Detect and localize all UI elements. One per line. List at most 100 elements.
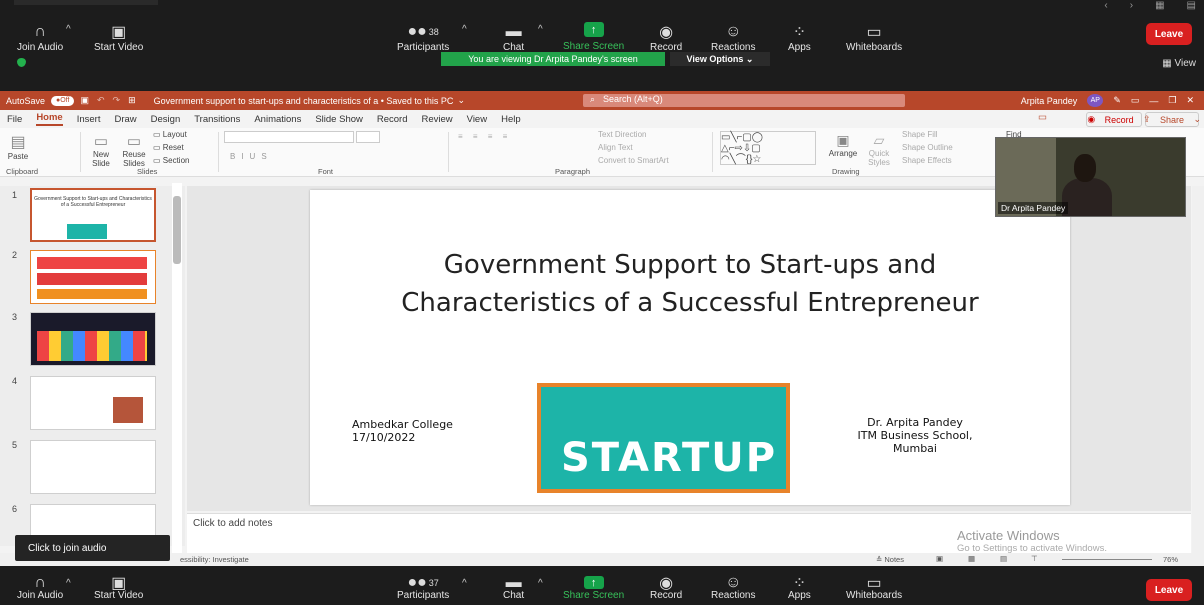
view-options-button[interactable]: View Options ⌄ [670, 52, 770, 66]
chat-button[interactable]: ▬ Chat [503, 22, 524, 53]
shape-outline-button[interactable]: Shape Outline [902, 143, 953, 152]
participants-button[interactable]: ●● 38 Participants [397, 22, 449, 53]
record-button[interactable]: ◉ Record [650, 575, 682, 601]
next-icon[interactable]: › [1130, 0, 1133, 11]
shapes-gallery[interactable]: ▭╲⌐▢◯ △⌐⇨⇩▢ ◠╲⌒{}☆ [720, 131, 816, 165]
audio-caret-icon[interactable]: ^ [66, 578, 71, 589]
participants-caret-icon[interactable]: ^ [462, 24, 467, 35]
slide-thumbnail-2[interactable] [30, 250, 156, 304]
leave-button[interactable]: Leave [1146, 579, 1192, 601]
tab-view[interactable]: View [467, 114, 487, 125]
slide-right-text[interactable]: Dr. Arpita Pandey ITM Business School, M… [830, 416, 1000, 455]
leave-button[interactable]: Leave [1146, 23, 1192, 45]
reactions-button[interactable]: ☺ Reactions [711, 22, 755, 53]
shape-effects-button[interactable]: Shape Effects [902, 156, 952, 165]
font-name-box[interactable] [224, 131, 354, 143]
ribbon-share-button[interactable]: ⇪ Share ⌄ [1143, 112, 1201, 127]
tab-home[interactable]: Home [36, 112, 63, 126]
reset-button[interactable]: ▭ Reset [153, 143, 184, 152]
chat-button[interactable]: ▬ Chat [503, 574, 524, 601]
join-audio-button[interactable]: ∩ Join Audio [17, 574, 63, 601]
redo-icon[interactable]: ↷ [113, 95, 121, 106]
close-icon[interactable]: ✕ [1186, 95, 1194, 106]
notes-toggle[interactable]: ≙ Notes [876, 555, 904, 564]
tab-transitions[interactable]: Transitions [194, 114, 240, 125]
avatar[interactable]: AP [1087, 94, 1104, 107]
tab-review[interactable]: Review [422, 114, 453, 125]
reactions-button[interactable]: ☺ Reactions [711, 574, 755, 601]
gallery-icon[interactable]: ▤ [1187, 0, 1196, 11]
text-direction-button[interactable]: Text Direction [598, 130, 646, 139]
apps-button[interactable]: ⁘ Apps [788, 575, 811, 601]
normal-view-icon[interactable]: ▣ [936, 554, 943, 563]
zoom-slider[interactable] [1062, 559, 1152, 560]
shape-fill-button[interactable]: Shape Fill [902, 130, 938, 139]
reuse-slides-button[interactable]: ▭ Reuse Slides [119, 132, 149, 168]
align-text-button[interactable]: Align Text [598, 143, 633, 152]
apps-button[interactable]: ⁘ Apps [788, 22, 811, 53]
quick-styles-button[interactable]: ▱ Quick Styles [864, 132, 894, 167]
slide-scrollbar[interactable] [1192, 186, 1204, 553]
audio-caret-icon[interactable]: ^ [66, 24, 71, 35]
tab-file[interactable]: File [7, 114, 22, 125]
prev-icon[interactable]: ‹ [1104, 0, 1107, 11]
convert-smartart-button[interactable]: Convert to SmartArt [598, 156, 669, 165]
minimize-icon[interactable]: — [1149, 96, 1158, 106]
record-button[interactable]: ◉ Record [650, 22, 682, 53]
layout-button[interactable]: ▭ Layout [153, 130, 187, 139]
undo-icon[interactable]: ↶ [97, 95, 105, 106]
doc-title-caret-icon[interactable]: ⌄ [457, 95, 465, 106]
paragraph-icons[interactable]: ≡ ≡ ≡ ≡ [458, 132, 511, 141]
join-audio-button[interactable]: ∩ Join Audio [17, 22, 63, 53]
chat-caret-icon[interactable]: ^ [538, 578, 543, 589]
zoom-level[interactable]: 76% [1163, 555, 1178, 564]
participants-caret-icon[interactable]: ^ [462, 578, 467, 589]
font-size-box[interactable] [356, 131, 380, 143]
whiteboards-button[interactable]: ▭ Whiteboards [846, 22, 902, 53]
tab-insert[interactable]: Insert [77, 114, 101, 125]
view-button[interactable]: ▦ View [1162, 58, 1196, 69]
share-screen-button[interactable]: ↑ Share Screen [563, 22, 624, 52]
slide-thumbnail-1[interactable]: Government Support to Start-ups and Char… [30, 188, 156, 242]
startup-image[interactable]: STARTUP [537, 383, 790, 493]
comment-icon[interactable]: ▭ [1038, 112, 1047, 123]
save-icon[interactable]: ▣ [80, 95, 89, 106]
tab-design[interactable]: Design [151, 114, 181, 125]
ribbon-display-icon[interactable]: ▭ [1131, 95, 1140, 106]
participant-video-tile[interactable]: Dr Arpita Pandey [995, 137, 1186, 217]
paste-button[interactable]: ▤ Paste [4, 132, 32, 161]
pen-icon[interactable]: ✎ [1113, 95, 1121, 106]
slide-thumbnail-5[interactable] [30, 440, 156, 494]
reading-view-icon[interactable]: ▤ [1000, 554, 1007, 563]
tab-slide-show[interactable]: Slide Show [315, 114, 363, 125]
tab-animations[interactable]: Animations [254, 114, 301, 125]
ribbon-record-button[interactable]: ◉ Record [1086, 112, 1142, 127]
whiteboards-button[interactable]: ▭ Whiteboards [846, 575, 902, 601]
tab-help[interactable]: Help [501, 114, 521, 125]
font-style-icons[interactable]: BIUS [230, 152, 273, 161]
grid-icon[interactable]: ▦ [1155, 0, 1164, 11]
participants-button[interactable]: ●● 37 Participants [397, 574, 449, 601]
arrange-button[interactable]: ▣ Arrange [826, 132, 860, 158]
start-video-button[interactable]: ▣ Start Video [94, 22, 143, 53]
slide-sorter-icon[interactable]: ▦ [968, 554, 975, 563]
slideshow-icon[interactable]: ⊤ [1031, 554, 1038, 563]
current-slide[interactable]: Government Support to Start-ups and Char… [310, 190, 1070, 505]
restore-icon[interactable]: ❐ [1168, 95, 1176, 106]
slide-thumbnail-3[interactable] [30, 312, 156, 366]
chat-caret-icon[interactable]: ^ [538, 24, 543, 35]
autosave-toggle[interactable]: ● Off [51, 95, 75, 106]
share-screen-button[interactable]: ↑ Share Screen [563, 576, 624, 601]
accessibility-status[interactable]: essibility: Investigate [180, 555, 249, 564]
tab-record[interactable]: Record [377, 114, 408, 125]
slide-title[interactable]: Government Support to Start-ups and Char… [350, 246, 1030, 322]
present-icon[interactable]: ⊞ [128, 95, 136, 106]
new-slide-button[interactable]: ▭ New Slide [86, 132, 116, 168]
slide-thumbnail-4[interactable] [30, 376, 156, 430]
start-video-button[interactable]: ▣ Start Video [94, 575, 143, 601]
section-button[interactable]: ▭ Section [153, 156, 189, 165]
tab-draw[interactable]: Draw [114, 114, 136, 125]
search-box[interactable]: ⌕ Search (Alt+Q) [583, 94, 905, 107]
thumbnail-scroll-thumb[interactable] [173, 196, 181, 264]
slide-left-text[interactable]: Ambedkar College 17/10/2022 [352, 418, 453, 444]
